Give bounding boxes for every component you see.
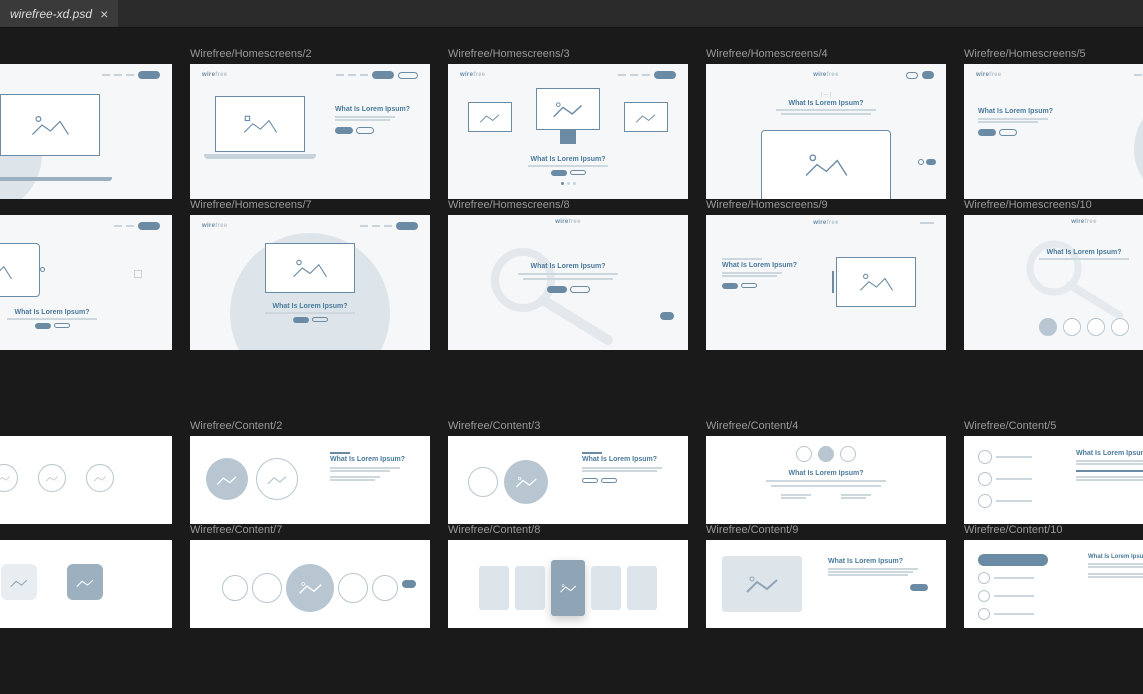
artboard-item[interactable]: escreens/6 wirefree What Is Lorem Ipsum? bbox=[0, 199, 172, 350]
artboard-preview: wirefree What Is Lorem Ipsum? bbox=[448, 64, 688, 199]
artboard-item[interactable]: Wirefree/Content/4 What Is Lorem Ipsum? bbox=[706, 420, 946, 524]
artboard-label: nescreens bbox=[0, 48, 172, 60]
artboard-item[interactable]: Wirefree/Content/5 What Is Lorem Ipsum? bbox=[964, 420, 1143, 524]
artboard-item[interactable]: Wirefree/Homescreens/8 wirefree What Is … bbox=[448, 199, 688, 350]
artboard-label: Wirefree/Content/9 bbox=[706, 524, 946, 536]
artboard-item[interactable]: Wirefree/Homescreens/5 wirefree What Is … bbox=[964, 48, 1143, 199]
artboard-item[interactable]: Wirefree/Content/3 What Is Lorem Ipsum? bbox=[448, 420, 688, 524]
artboard-label: Wirefree/Content/2 bbox=[190, 420, 430, 432]
artboard-preview: wirefree [ — ] What Is Lorem Ipsum? bbox=[706, 64, 946, 199]
artboard-item[interactable]: Wirefree/Content/10 What Is Lorem Ipsum? bbox=[964, 524, 1143, 628]
artboard-label: ntent/1 bbox=[0, 420, 172, 432]
document-tab[interactable]: wirefree-xd.psd × bbox=[0, 0, 118, 27]
tab-filename: wirefree-xd.psd bbox=[10, 7, 92, 21]
artboard-item[interactable]: nescreens wirefree What Is Lorem Ipsum? bbox=[0, 48, 172, 199]
artboard-preview: What Is Lorem Ipsum? bbox=[190, 436, 430, 524]
artboard-item[interactable]: Wirefree/Homescreens/4 wirefree [ — ] Wh… bbox=[706, 48, 946, 199]
artboard-item[interactable]: Wirefree/Homescreens/3 wirefree What Is … bbox=[448, 48, 688, 199]
tab-bar: wirefree-xd.psd × bbox=[0, 0, 1143, 28]
artboard-item[interactable]: Wirefree/Homescreens/9 wirefree What Is … bbox=[706, 199, 946, 350]
artboard-preview: What Is Lorem Ipsum? bbox=[964, 540, 1143, 628]
artboard-label: Wirefree/Homescreens/5 bbox=[964, 48, 1143, 60]
artboard-item[interactable]: ntent/6 bbox=[0, 524, 172, 628]
artboard-preview: wirefree What Is Lorem Ipsum? bbox=[448, 215, 688, 350]
artboard-item[interactable]: Wirefree/Homescreens/7 wirefree What Is … bbox=[190, 199, 430, 350]
artboard-label: Wirefree/Homescreens/10 bbox=[964, 199, 1143, 211]
artboard-row: ntent/1 Wirefree/Content/2 What Is Lorem… bbox=[0, 420, 1143, 524]
close-icon[interactable]: × bbox=[100, 6, 108, 22]
artboard-label: Wirefree/Content/5 bbox=[964, 420, 1143, 432]
artboard-preview bbox=[448, 540, 688, 628]
artboard-row: escreens/6 wirefree What Is Lorem Ipsum?… bbox=[0, 199, 1143, 350]
artboard-preview: What Is Lorem Ipsum? bbox=[964, 436, 1143, 524]
artboard-item[interactable]: Wirefree/Homescreens/10 wirefree What Is… bbox=[964, 199, 1143, 350]
artboard-label: Wirefree/Homescreens/9 bbox=[706, 199, 946, 211]
artboard-item[interactable]: Wirefree/Content/8 bbox=[448, 524, 688, 628]
artboard-preview: wirefree What Is Lorem Ipsum? bbox=[964, 64, 1143, 199]
artboard-item[interactable]: ntent/1 bbox=[0, 420, 172, 524]
artboard-preview: wirefree What Is Lorem Ipsum? bbox=[706, 215, 946, 350]
artboard-item[interactable]: Wirefree/Content/7 bbox=[190, 524, 430, 628]
artboard-preview: wirefree What Is Lorem Ipsum? bbox=[964, 215, 1143, 350]
artboard-item[interactable]: Wirefree/Content/2 What Is Lorem Ipsum? bbox=[190, 420, 430, 524]
artboard-row: ntent/6 Wirefree/Content/7 bbox=[0, 524, 1143, 628]
artboard-label: ntent/6 bbox=[0, 524, 172, 536]
artboard-row: nescreens wirefree What Is Lorem Ipsum? … bbox=[0, 48, 1143, 199]
artboard-label: Wirefree/Content/7 bbox=[190, 524, 430, 536]
artboard-preview: wirefree What Is Lorem Ipsum? bbox=[190, 64, 430, 199]
artboard-label: Wirefree/Homescreens/8 bbox=[448, 199, 688, 211]
artboard-item[interactable]: Wirefree/Content/9 What Is Lorem Ipsum? bbox=[706, 524, 946, 628]
artboard-item[interactable]: Wirefree/Homescreens/2 wirefree What Is … bbox=[190, 48, 430, 199]
artboard-canvas[interactable]: nescreens wirefree What Is Lorem Ipsum? … bbox=[0, 28, 1143, 628]
artboard-label: Wirefree/Content/8 bbox=[448, 524, 688, 536]
artboard-label: escreens/6 bbox=[0, 199, 172, 211]
artboard-label: Wirefree/Homescreens/3 bbox=[448, 48, 688, 60]
artboard-label: Wirefree/Homescreens/2 bbox=[190, 48, 430, 60]
artboard-preview bbox=[0, 540, 172, 628]
artboard-preview: What Is Lorem Ipsum? bbox=[706, 540, 946, 628]
artboard-preview bbox=[190, 540, 430, 628]
artboard-label: Wirefree/Content/3 bbox=[448, 420, 688, 432]
artboard-label: Wirefree/Homescreens/4 bbox=[706, 48, 946, 60]
artboard-label: Wirefree/Homescreens/7 bbox=[190, 199, 430, 211]
artboard-label: Wirefree/Content/10 bbox=[964, 524, 1143, 536]
artboard-preview: wirefree What Is Lorem Ipsum? bbox=[190, 215, 430, 350]
artboard-label: Wirefree/Content/4 bbox=[706, 420, 946, 432]
artboard-preview: wirefree What Is Lorem Ipsum? bbox=[0, 64, 172, 199]
artboard-preview: wirefree What Is Lorem Ipsum? bbox=[0, 215, 172, 350]
artboard-preview bbox=[0, 436, 172, 524]
artboard-preview: What Is Lorem Ipsum? bbox=[706, 436, 946, 524]
artboard-preview: What Is Lorem Ipsum? bbox=[448, 436, 688, 524]
